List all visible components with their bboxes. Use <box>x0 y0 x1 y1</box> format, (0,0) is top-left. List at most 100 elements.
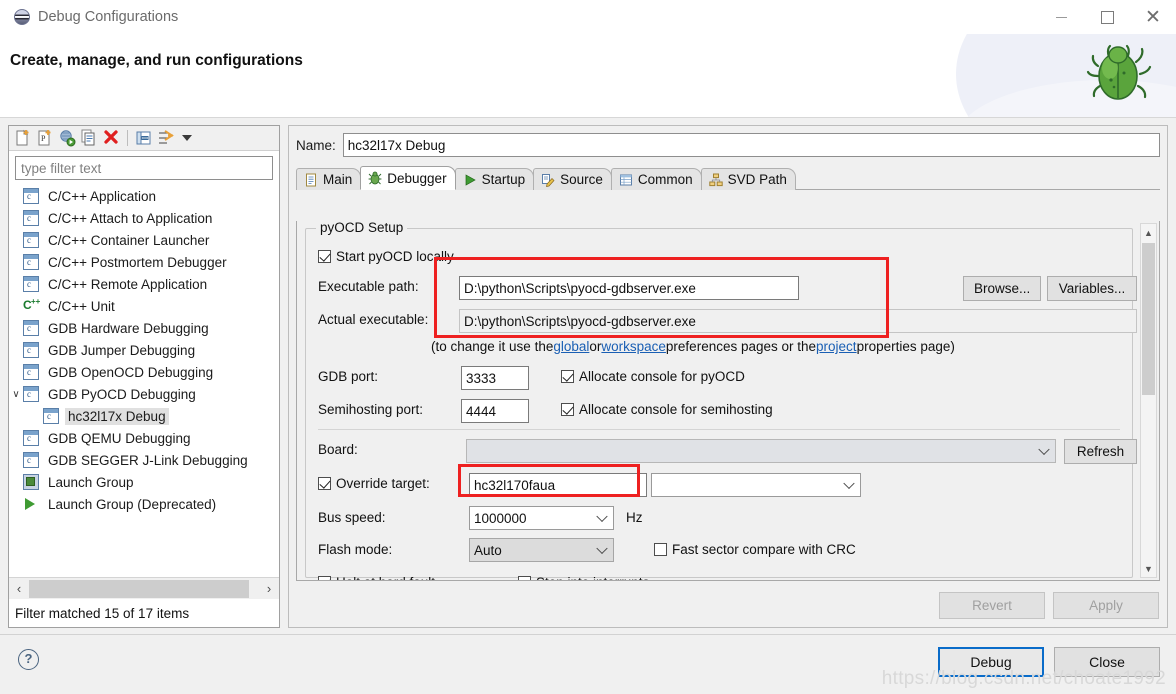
scroll-left-arrow-icon[interactable]: ‹ <box>9 579 29 599</box>
tree-item-c-c-attach-to-application[interactable]: C/C++ Attach to Application <box>9 207 279 229</box>
step-into-interrupts-row[interactable]: Step into interrupts <box>518 575 649 580</box>
tree-item-launch-group-deprecated[interactable]: Launch Group (Deprecated) <box>9 493 279 515</box>
gdb-port-input[interactable] <box>461 366 529 390</box>
close-window-button[interactable]: ✕ <box>1130 0 1176 34</box>
c-app-icon <box>23 210 39 226</box>
vertical-scrollbar-thumb[interactable] <box>1142 243 1155 395</box>
tab-main[interactable]: Main <box>296 168 362 190</box>
c-app-icon <box>23 342 39 358</box>
minimize-button[interactable] <box>1038 0 1084 34</box>
tree-item-gdb-openocd-debugging[interactable]: GDB OpenOCD Debugging <box>9 361 279 383</box>
semihosting-port-input[interactable] <box>461 399 529 423</box>
scroll-up-arrow-icon[interactable]: ▲ <box>1141 224 1156 241</box>
tree-item-label: GDB PyOCD Debugging <box>48 386 196 402</box>
hint-pre: (to change it use the <box>431 339 554 354</box>
configuration-tabs[interactable]: Main Debugger Startup Source Common SVD Path <box>296 166 1167 190</box>
gdb-port-label-wrap: GDB port: <box>318 369 378 384</box>
allocate-console-pyocd-checkbox[interactable] <box>561 370 574 383</box>
revert-button[interactable]: Revert <box>939 592 1045 619</box>
global-preferences-link[interactable]: global <box>553 339 589 354</box>
refresh-button[interactable]: Refresh <box>1064 439 1137 464</box>
tree-item-c-c-application[interactable]: C/C++ Application <box>9 185 279 207</box>
tab-startup[interactable]: Startup <box>454 168 535 190</box>
tree-item-gdb-qemu-debugging[interactable]: GDB QEMU Debugging <box>9 427 279 449</box>
c-app-icon <box>43 408 59 424</box>
filter-icon[interactable] <box>156 128 176 148</box>
project-properties-link[interactable]: project <box>816 339 857 354</box>
new-launch-configuration-icon[interactable] <box>13 128 33 148</box>
start-pyocd-locally-checkbox[interactable] <box>318 250 331 263</box>
tree-item-label: GDB Jumper Debugging <box>48 342 196 358</box>
tree-horizontal-scrollbar[interactable]: ‹ › <box>9 577 279 599</box>
maximize-button[interactable] <box>1084 0 1130 34</box>
executable-path-label-wrap: Executable path: <box>318 279 419 294</box>
c-app-icon <box>23 430 39 446</box>
duplicate-icon[interactable] <box>79 128 99 148</box>
expand-chevron-icon[interactable]: ∨ <box>9 389 23 400</box>
export-icon[interactable] <box>57 128 77 148</box>
scroll-down-arrow-icon[interactable]: ▼ <box>1141 560 1156 577</box>
tab-label: Main <box>323 172 353 187</box>
tab-common[interactable]: Common <box>610 168 702 190</box>
collapse-all-icon[interactable] <box>134 128 154 148</box>
step-into-interrupts-checkbox[interactable] <box>518 576 531 580</box>
apply-button[interactable]: Apply <box>1053 592 1159 619</box>
halt-at-hard-fault-row[interactable]: Halt at hard fault <box>318 575 435 580</box>
browse-button[interactable]: Browse... <box>963 276 1041 301</box>
override-target-row[interactable]: Override target: <box>318 476 430 491</box>
delete-icon[interactable] <box>101 128 121 148</box>
tab-debugger[interactable]: Debugger <box>360 166 456 190</box>
executable-path-input[interactable] <box>459 276 799 300</box>
tree-item-c-c-postmortem-debugger[interactable]: C/C++ Postmortem Debugger <box>9 251 279 273</box>
board-select[interactable] <box>466 439 1056 463</box>
start-pyocd-locally-row[interactable]: Start pyOCD locally <box>318 249 454 264</box>
tree-item-launch-group[interactable]: Launch Group <box>9 471 279 493</box>
tree-item-gdb-segger-j-link-debugging[interactable]: GDB SEGGER J-Link Debugging <box>9 449 279 471</box>
configuration-editor-panel: Name: Main Debugger Startup Source Common SVD… <box>288 125 1168 628</box>
cpp-unit-icon <box>23 298 40 314</box>
content-vertical-scrollbar[interactable]: ▲ ▼ <box>1140 223 1157 578</box>
override-target-checkbox[interactable] <box>318 477 331 490</box>
scrollbar-track[interactable] <box>29 578 259 599</box>
scroll-right-arrow-icon[interactable]: › <box>259 579 279 599</box>
tree-item-c-c-unit[interactable]: C/C++ Unit <box>9 295 279 317</box>
allocate-console-semihosting-checkbox[interactable] <box>561 403 574 416</box>
section-divider-1 <box>318 429 1120 430</box>
fast-sector-compare-row[interactable]: Fast sector compare with CRC <box>654 542 856 557</box>
configurations-tree[interactable]: C/C++ Application C/C++ Attach to Applica… <box>9 184 279 577</box>
scrollbar-thumb[interactable] <box>29 579 249 598</box>
tree-item-c-c-remote-application[interactable]: C/C++ Remote Application <box>9 273 279 295</box>
tree-item-label: C/C++ Application <box>48 188 157 204</box>
override-target-select[interactable] <box>651 473 861 497</box>
bus-speed-label: Bus speed: <box>318 510 386 525</box>
help-icon[interactable]: ? <box>18 649 39 670</box>
configuration-name-input[interactable] <box>342 133 1160 157</box>
tree-item-gdb-jumper-debugging[interactable]: GDB Jumper Debugging <box>9 339 279 361</box>
green-bug-icon <box>1086 44 1152 100</box>
flash-mode-select[interactable]: Auto <box>469 538 614 562</box>
filter-input[interactable] <box>15 156 273 180</box>
bus-speed-select[interactable]: 1000000 <box>469 506 614 530</box>
tree-item-gdb-hardware-debugging[interactable]: GDB Hardware Debugging <box>9 317 279 339</box>
halt-at-hard-fault-checkbox[interactable] <box>318 576 331 580</box>
flash-mode-value: Auto <box>474 542 502 558</box>
variables-button[interactable]: Variables... <box>1047 276 1137 301</box>
tab-svd-path[interactable]: SVD Path <box>700 168 796 190</box>
tree-item-c-c-container-launcher[interactable]: C/C++ Container Launcher <box>9 229 279 251</box>
page-title: Create, manage, and run configurations <box>10 52 303 69</box>
tab-source[interactable]: Source <box>533 168 612 190</box>
flash-mode-label-wrap: Flash mode: <box>318 542 392 557</box>
tree-item-gdb-pyocd-debugging[interactable]: ∨ GDB PyOCD Debugging <box>9 383 279 405</box>
tree-item-label: C/C++ Postmortem Debugger <box>48 254 227 270</box>
tree-item-label: hc32l17x Debug <box>65 407 169 425</box>
view-menu-caret-icon[interactable] <box>182 135 192 141</box>
toolbar-separator <box>127 130 128 146</box>
allocate-console-pyocd-row[interactable]: Allocate console for pyOCD <box>561 369 745 384</box>
workspace-preferences-link[interactable]: workspace <box>601 339 666 354</box>
allocate-console-semihosting-row[interactable]: Allocate console for semihosting <box>561 402 773 417</box>
new-prototype-icon[interactable]: P <box>35 128 55 148</box>
fast-sector-compare-checkbox[interactable] <box>654 543 667 556</box>
tree-item-hc32l17x-debug[interactable]: hc32l17x Debug <box>9 405 279 427</box>
override-target-input[interactable] <box>469 473 647 497</box>
window-controls: ✕ <box>1038 0 1176 34</box>
